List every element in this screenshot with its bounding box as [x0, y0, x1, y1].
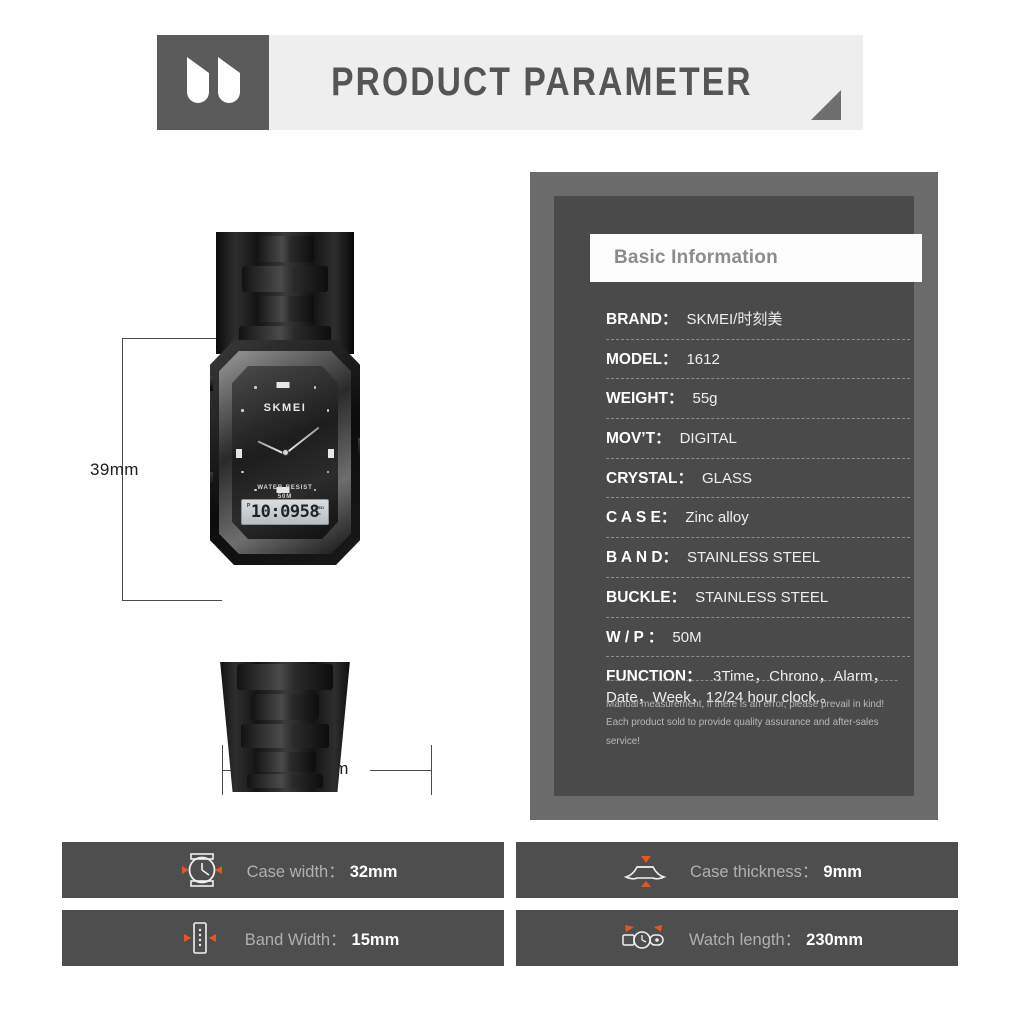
card-label: Watch length： [688, 931, 802, 949]
spec-value: STAINLESS STEEL [687, 549, 821, 567]
width-dimension-line-right [370, 770, 432, 771]
watch-dial-surround: SKMEI WATER RESIST 50M P 10:0958 WED o [232, 366, 338, 539]
spec-row-case: C A S E： Zinc alloy [606, 498, 910, 539]
card-text: Case thickness： 9mm [690, 858, 862, 882]
spec-value: STAINLESS STEEL [695, 588, 829, 606]
quote-block [157, 35, 269, 130]
card-text: Band Width： 15mm [245, 926, 400, 950]
spec-key: MOV’T： [606, 430, 671, 448]
card-value: 32mm [349, 863, 398, 881]
watch-lcd-display: P 10:0958 WED o [241, 499, 329, 525]
spec-value: 50M [672, 628, 702, 646]
page-header: PRODUCT PARAMETER [157, 35, 863, 130]
dial-marker-12 [276, 382, 290, 388]
spec-row-water-resistance: W / P ： 50M [606, 618, 910, 658]
spec-key: WEIGHT： [606, 390, 684, 408]
disclaimer-line-1: Manual measurement, if there is an error… [606, 697, 885, 710]
spec-row-buckle: BUCKLE： STAINLESS STEEL [606, 578, 910, 618]
spec-table: BRAND： SKMEI/时刻美 MODEL： 1612 WEIGHT： 55g… [606, 300, 910, 717]
dial-marker-3 [328, 448, 334, 458]
spec-row-crystal: CRYSTAL： GLASS [606, 459, 910, 499]
lcd-time: 10:0958 [250, 502, 320, 522]
page-title: PRODUCT PARAMETER [331, 60, 753, 104]
watch-length-icon [611, 918, 677, 958]
card-band-width: Band Width： 15mm [62, 910, 504, 966]
dial-minute-hand [284, 426, 320, 455]
watch-band-bottom [220, 662, 350, 792]
lcd-meridiem: P [247, 503, 251, 509]
watch-dial: SKMEI WATER RESIST 50M P 10:0958 WED o [232, 366, 338, 539]
spec-key: CRYSTAL： [606, 469, 693, 487]
spec-row-band: B A N D： STAINLESS STEEL [606, 538, 910, 578]
card-label: Band Width： [244, 931, 347, 949]
dial-brand-text: SKMEI [263, 402, 307, 414]
dial-marker-9 [236, 448, 242, 458]
corner-triangle-icon [811, 90, 841, 120]
spec-panel: Basic Information BRAND： SKMEI/时刻美 MODEL… [530, 172, 938, 820]
dial-center-pin [281, 449, 289, 456]
quote-mark-icon [186, 56, 240, 103]
watch-bezel: SKMEI WATER RESIST 50M P 10:0958 WED o [219, 351, 351, 554]
spec-row-weight: WEIGHT： 55g [606, 379, 910, 420]
spec-row-model: MODEL： 1612 [606, 340, 910, 380]
spec-key: MODEL： [606, 350, 678, 368]
watch-case-width-icon [169, 850, 235, 890]
spec-value: 1612 [686, 350, 720, 368]
watch-case: SKMEI WATER RESIST 50M P 10:0958 WED o [210, 340, 360, 565]
spec-row-movement: MOV’T： DIGITAL [606, 419, 910, 459]
width-dimension-tick-right [431, 745, 432, 795]
spec-panel-disclaimer: Manual measurement, if there is an error… [606, 679, 898, 750]
spec-key: BRAND： [606, 311, 678, 328]
card-text: Watch length： 230mm [689, 926, 863, 950]
card-label: Case thickness： [690, 863, 819, 881]
product-image-area: 39mm 32mm SKMEI [60, 160, 500, 820]
spec-key: BUCKLE： [606, 588, 687, 606]
height-dimension-tick-top [122, 338, 222, 339]
spec-value: GLASS [701, 469, 752, 487]
header-bar: PRODUCT PARAMETER [269, 35, 863, 130]
spec-panel-title-box: Basic Information [590, 234, 922, 282]
measurement-cards: Case width： 32mm Case thickness： 9mm Ban… [62, 842, 958, 966]
card-value: 15mm [351, 931, 400, 949]
card-case-width: Case width： 32mm [62, 842, 504, 898]
spec-value: SKMEI/时刻美 [686, 311, 783, 328]
card-label: Case width： [246, 863, 345, 881]
card-watch-length: Watch length： 230mm [516, 910, 958, 966]
spec-value: Zinc alloy [685, 509, 749, 527]
spec-key: B A N D： [606, 549, 679, 567]
spec-panel-inner: Basic Information BRAND： SKMEI/时刻美 MODEL… [554, 196, 922, 796]
spec-value: 55g [692, 390, 718, 408]
watch-crown [358, 438, 360, 458]
spec-key: W / P ： [606, 628, 664, 646]
card-case-thickness: Case thickness： 9mm [516, 842, 958, 898]
card-text: Case width： 32mm [247, 858, 398, 882]
watch-pusher-bottom [210, 472, 213, 487]
watch-pusher-top [210, 376, 213, 391]
spec-value: DIGITAL [679, 430, 737, 448]
lcd-weekday: WED o [314, 505, 324, 516]
watch-band-top [216, 232, 354, 354]
height-dimension-tick-bottom [122, 600, 222, 601]
height-dimension-label: 39mm [90, 460, 139, 479]
disclaimer-line-2: Each product sold to provide quality ass… [606, 716, 879, 747]
spec-panel-title: Basic Information [614, 247, 778, 268]
spec-key: C A S E： [606, 509, 677, 527]
watch-illustration: SKMEI WATER RESIST 50M P 10:0958 WED o [210, 232, 360, 792]
band-width-icon [167, 918, 233, 958]
watch-thickness-icon [612, 850, 678, 890]
spec-row-brand: BRAND： SKMEI/时刻美 [606, 300, 910, 340]
card-value: 9mm [823, 863, 862, 881]
card-value: 230mm [806, 931, 864, 949]
